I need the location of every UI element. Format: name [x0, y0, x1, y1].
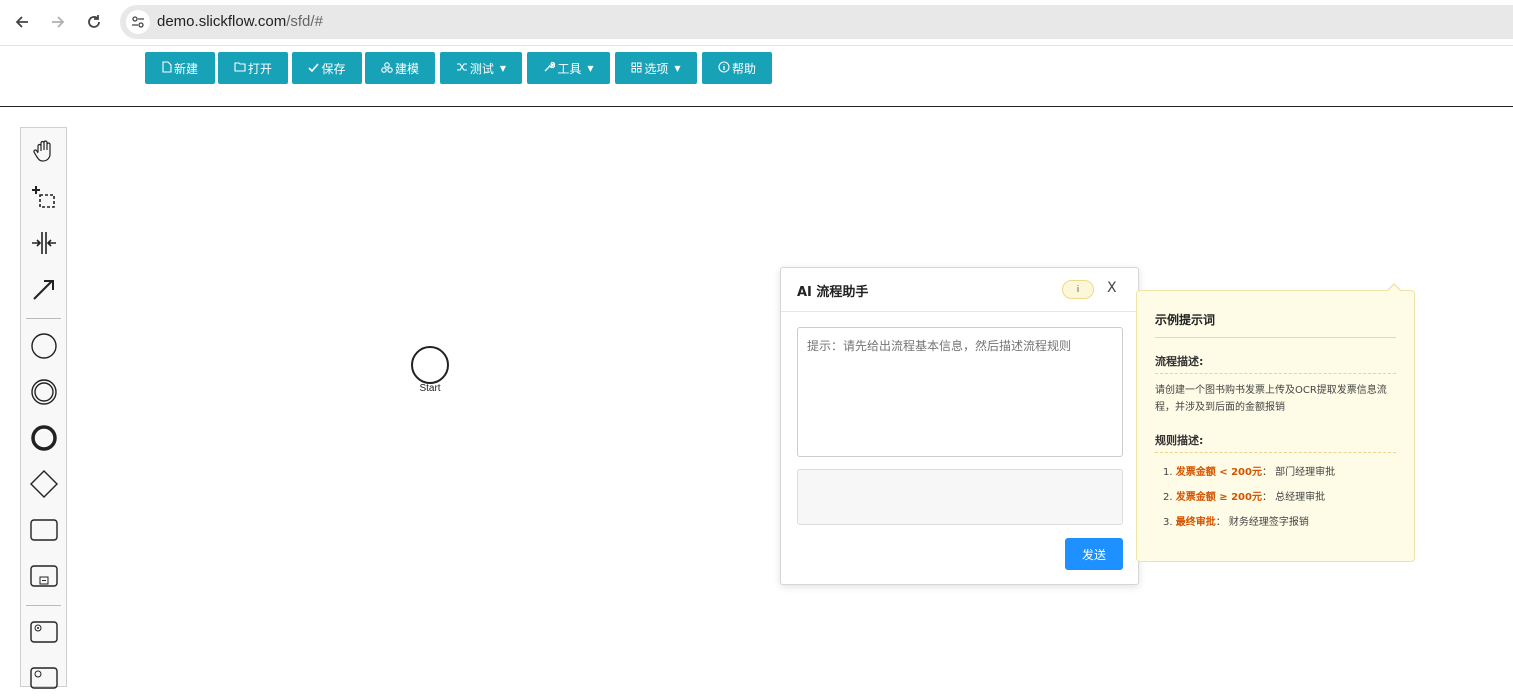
help-button[interactable]: 帮助 — [702, 52, 772, 84]
dialog-title: AI 流程助手 — [797, 285, 869, 300]
shuffle-icon — [456, 62, 468, 74]
caret-down-icon: ▼ — [587, 63, 594, 73]
example-prompts-panel: 示例提示词 流程描述: 请创建一个图书购书发票上传及OCR提取发票信息流程，并涉… — [1136, 290, 1415, 562]
url-host: demo.slickflow.com — [157, 13, 287, 30]
model-icon — [381, 61, 393, 75]
dialog-header: AI 流程助手 i X — [781, 268, 1138, 312]
file-icon — [162, 61, 172, 75]
rule-item: 2. 发票金额 ≥ 200元： 总经理审批 — [1163, 488, 1325, 503]
flow-description-heading: 流程描述: — [1155, 355, 1204, 368]
test-dropdown-button[interactable]: 测试 ▼ — [440, 52, 522, 84]
hand-tool-icon[interactable] — [21, 131, 66, 171]
rule-separator: ： — [1215, 517, 1226, 528]
end-event-icon[interactable] — [21, 418, 66, 458]
tools-button-label: 工具 — [557, 61, 582, 76]
service-task-icon[interactable] — [21, 612, 66, 652]
rules-description-heading: 规则描述: — [1155, 434, 1204, 447]
rule-item: 1. 发票金额 < 200元： 部门经理审批 — [1163, 463, 1335, 478]
task-icon[interactable] — [21, 510, 66, 550]
info-icon — [718, 61, 730, 75]
tips-pointer-fill — [1387, 285, 1401, 292]
rule-separator: ： — [1261, 492, 1272, 503]
lasso-tool-icon[interactable] — [21, 177, 66, 217]
save-button[interactable]: 保存 — [292, 52, 362, 84]
grid-icon — [631, 62, 642, 75]
rule-number: 1. — [1163, 467, 1173, 478]
options-button-label: 选项 — [644, 61, 669, 76]
url-text[interactable]: demo.slickflow.com/sfd/# — [157, 13, 323, 30]
forward-arrow-icon[interactable] — [45, 9, 71, 35]
reload-icon[interactable] — [81, 9, 107, 35]
ai-assistant-dialog: AI 流程助手 i X 发送 — [780, 267, 1139, 585]
space-tool-icon[interactable] — [21, 223, 66, 263]
close-button[interactable]: X — [1107, 280, 1117, 296]
send-button[interactable]: 发送 — [1065, 538, 1123, 570]
model-button[interactable]: 建模 — [365, 52, 435, 84]
rule-action: 部门经理审批 — [1275, 467, 1336, 478]
tips-divider — [1155, 452, 1396, 453]
save-button-label: 保存 — [321, 61, 346, 76]
wrench-icon — [543, 61, 556, 75]
tools-dropdown-button[interactable]: 工具 ▼ — [527, 52, 610, 84]
connect-tool-icon[interactable] — [21, 269, 66, 309]
rule-condition: 发票金额 ≥ 200元 — [1175, 492, 1262, 503]
folder-icon — [234, 62, 246, 74]
new-button[interactable]: 新建 — [145, 52, 215, 84]
caret-down-icon: ▼ — [499, 63, 507, 73]
caret-down-icon: ▼ — [674, 63, 681, 73]
open-button-label: 打开 — [247, 61, 272, 76]
rule-number: 3. — [1163, 517, 1173, 528]
intermediate-event-icon[interactable] — [21, 372, 66, 412]
test-button-label: 测试 — [469, 61, 494, 76]
rule-separator: ： — [1261, 467, 1272, 478]
rule-action: 总经理审批 — [1275, 492, 1326, 503]
service-task-2-icon[interactable] — [21, 658, 66, 698]
open-button[interactable]: 打开 — [218, 52, 288, 84]
tool-palette — [20, 127, 67, 689]
back-arrow-icon[interactable] — [9, 9, 35, 35]
rule-condition: 最终审批 — [1175, 517, 1216, 528]
help-button-label: 帮助 — [731, 61, 756, 76]
tips-title: 示例提示词 — [1155, 313, 1216, 327]
new-button-label: 新建 — [173, 61, 198, 76]
flow-description-text: 请创建一个图书购书发票上传及OCR提取发票信息流程，并涉及到后面的金额报销 — [1155, 385, 1387, 413]
rule-action: 财务经理签字报销 — [1228, 517, 1309, 528]
palette-separator — [26, 605, 61, 606]
site-info-icon[interactable] — [126, 10, 150, 34]
info-button[interactable]: i — [1062, 280, 1094, 299]
response-output — [797, 469, 1123, 525]
rule-condition: 发票金额 < 200元 — [1175, 467, 1262, 478]
rule-number: 2. — [1163, 492, 1173, 503]
gateway-icon[interactable] — [21, 464, 66, 504]
designer-toolbar: 新建 打开 保存 建模 测试 ▼ 工具 ▼ 选项 ▼ 帮助 — [0, 46, 1513, 107]
tips-divider — [1155, 373, 1396, 374]
rule-item: 3. 最终审批： 财务经理签字报销 — [1163, 513, 1309, 528]
model-button-label: 建模 — [394, 61, 419, 76]
prompt-input[interactable] — [797, 327, 1123, 457]
subprocess-icon[interactable] — [21, 556, 66, 596]
check-icon — [308, 62, 320, 74]
url-path: /sfd/# — [286, 13, 323, 30]
tips-divider — [1155, 337, 1396, 338]
palette-separator — [26, 318, 61, 319]
start-event-label: Start — [419, 383, 441, 394]
address-bar[interactable]: demo.slickflow.com/sfd/# — [120, 5, 1513, 39]
start-event-icon[interactable] — [21, 326, 66, 366]
browser-bar: demo.slickflow.com/sfd/# — [0, 0, 1513, 46]
options-dropdown-button[interactable]: 选项 ▼ — [615, 52, 697, 84]
start-event-shape[interactable] — [411, 346, 449, 384]
